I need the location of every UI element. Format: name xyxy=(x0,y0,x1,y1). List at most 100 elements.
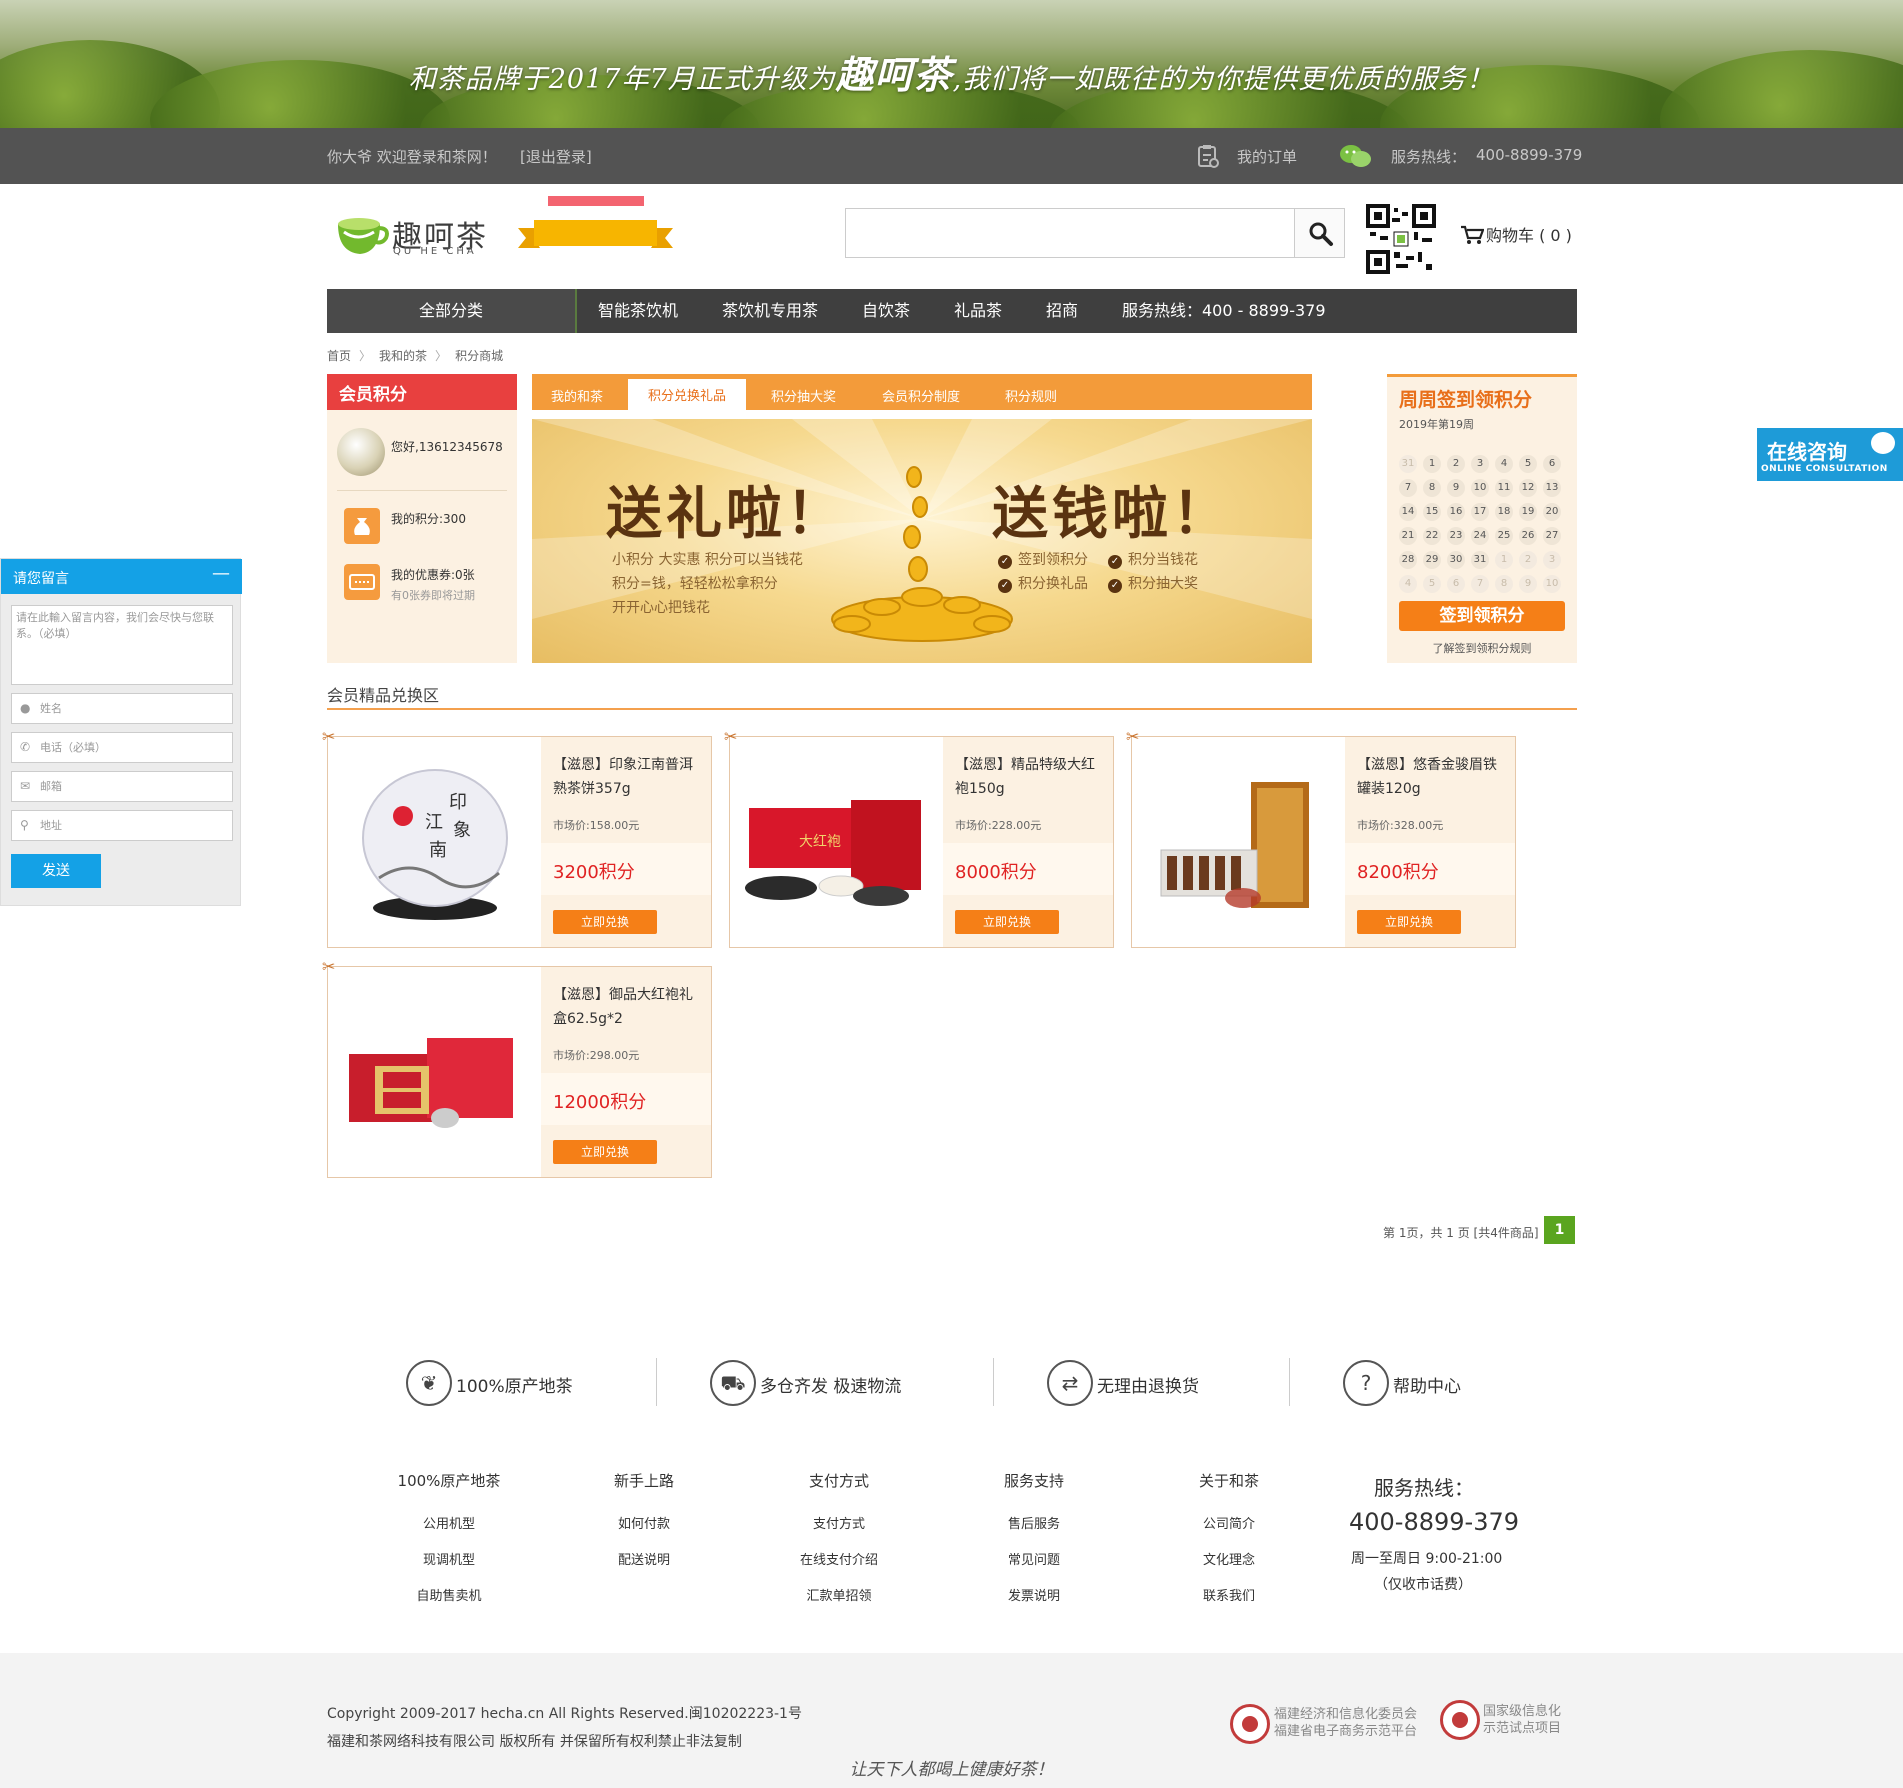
tab-points-rules[interactable]: 积分规则 xyxy=(1005,386,1057,405)
footer-column-heading: 新手上路 xyxy=(613,1472,674,1490)
breadcrumb-home[interactable]: 首页 xyxy=(327,349,351,363)
promo-check-1: ✓ 签到领积分 xyxy=(998,549,1088,569)
top-banner: 和茶品牌于2017年7月正式升级为趣呵茶,我们将一如既往的为你提供更优质的服务！ xyxy=(0,0,1903,128)
main-nav: 全部分类 智能茶饮机 茶饮机专用茶 自饮茶 礼品茶 招商 服务热线：400 - … xyxy=(327,289,1577,333)
search-input[interactable] xyxy=(845,208,1295,258)
calendar-day: 17 xyxy=(1471,503,1489,521)
seal-1-text: 福建经济和信息化委员会 福建省电子商务示范平台 xyxy=(1274,1707,1418,1739)
email-field[interactable]: ✉ 邮箱 xyxy=(11,771,233,802)
calendar-day: 26 xyxy=(1519,527,1537,545)
svg-text:江: 江 xyxy=(425,812,443,833)
product-info: 【滋恩】印象江南普洱熟茶饼357g 市场价:158.00元 3200积分 立即兑… xyxy=(541,737,711,947)
footer-link[interactable]: 公用机型 xyxy=(379,1513,519,1549)
product-points: 3200积分 xyxy=(553,862,635,883)
my-orders-link[interactable]: 我的订单 xyxy=(1237,146,1297,167)
logout-link[interactable]: [退出登录] xyxy=(520,146,592,167)
seal-icon[interactable] xyxy=(1440,1700,1480,1740)
page-number-button[interactable]: 1 xyxy=(1544,1216,1575,1244)
member-coupons[interactable]: 我的优惠券:0张 xyxy=(391,566,475,583)
wechat-icon[interactable] xyxy=(1339,144,1373,172)
nav-item-tea-machine[interactable]: 智能茶饮机 xyxy=(598,289,678,333)
nav-item-business[interactable]: 招商 xyxy=(1046,289,1078,333)
calendar-day: 25 xyxy=(1495,527,1513,545)
product-name[interactable]: 【滋恩】悠香金骏眉铁罐装120g xyxy=(1357,753,1507,801)
footer-slogan: 让天下人都喝上健康好茶！ xyxy=(849,1760,1054,1780)
product-name[interactable]: 【滋恩】印象江南普洱熟茶饼357g xyxy=(553,753,703,801)
send-button[interactable]: 发送 xyxy=(11,854,101,888)
tab-my-tea[interactable]: 我的和茶 xyxy=(551,386,603,405)
avatar[interactable] xyxy=(337,428,385,476)
calendar-day: 4 xyxy=(1399,575,1417,593)
member-coupons-note: 有0张券即将过期 xyxy=(391,589,475,602)
footer-link[interactable]: 售后服务 xyxy=(964,1513,1104,1549)
footer-link[interactable]: 联系我们 xyxy=(1159,1585,1299,1621)
ribbon-decoration xyxy=(548,196,644,206)
product-name[interactable]: 【滋恩】精品特级大红袍150g xyxy=(955,753,1105,801)
footer-link[interactable]: 如何付款 xyxy=(574,1513,714,1549)
name-field[interactable]: ● 姓名 xyxy=(11,693,233,724)
message-box-header[interactable]: 请您留言 — xyxy=(1,559,242,594)
product-name[interactable]: 【滋恩】御品大红袍礼盒62.5g*2 xyxy=(553,983,703,1031)
breadcrumb-my-tea[interactable]: 我和的茶 xyxy=(379,349,427,363)
online-consult-button[interactable]: 在线咨询 ONLINE CONSULTATION xyxy=(1757,428,1903,481)
cart-link[interactable]: 购物车 ( 0 ) xyxy=(1460,222,1572,249)
product-image-dahongpao[interactable]: 大红袍 xyxy=(731,738,943,946)
product-image-puer-cake[interactable]: 印象江南 xyxy=(329,738,541,946)
tab-lottery[interactable]: 积分抽大奖 xyxy=(771,386,836,405)
logo-cup-icon[interactable] xyxy=(334,214,390,258)
search-button[interactable] xyxy=(1295,208,1345,258)
sign-in-rules-link[interactable]: 了解签到领积分规则 xyxy=(1387,640,1577,656)
calendar-day: 24 xyxy=(1471,527,1489,545)
footer-column-support: 服务支持 售后服务 常见问题 发票说明 xyxy=(964,1470,1104,1621)
nav-item-machine-tea[interactable]: 茶饮机专用茶 xyxy=(722,289,818,333)
product-points: 8000积分 xyxy=(955,862,1037,883)
product-image-jinjunmei[interactable] xyxy=(1133,738,1345,946)
footer-link[interactable]: 配送说明 xyxy=(574,1549,714,1585)
exchange-button[interactable]: 立即兑换 xyxy=(553,910,657,934)
footer-link[interactable]: 常见问题 xyxy=(964,1549,1104,1585)
message-textarea[interactable]: 请在此輸入留言内容，我们会尽快与您联系。（必填） xyxy=(11,605,233,685)
exchange-button[interactable]: 立即兑换 xyxy=(955,910,1059,934)
scissor-icon: ✂ xyxy=(322,957,336,976)
footer-link[interactable]: 自助售卖机 xyxy=(379,1585,519,1621)
footer-link[interactable]: 支付方式 xyxy=(769,1513,909,1549)
promo-check-2: ✓ 积分当钱花 xyxy=(1108,549,1198,569)
calendar-day: 30 xyxy=(1447,551,1465,569)
phone-field[interactable]: ✆ 电话（必填） xyxy=(11,732,233,763)
calendar-day: 2 xyxy=(1447,455,1465,473)
seal-icon[interactable] xyxy=(1230,1704,1270,1744)
exchange-button[interactable]: 立即兑换 xyxy=(553,1140,657,1164)
footer-hotline-number: 400-8899-379 xyxy=(1349,1508,1520,1536)
footer-link[interactable]: 公司简介 xyxy=(1159,1513,1299,1549)
nav-all-categories[interactable]: 全部分类 xyxy=(327,289,577,333)
tab-points-system[interactable]: 会员积分制度 xyxy=(882,386,960,405)
promo-banner[interactable]: 送礼啦！ 送钱啦！ 小积分 大实惠 积分可以当钱花 积分=钱，轻轻松松拿积分 开… xyxy=(532,419,1312,663)
footer-link[interactable]: 发票说明 xyxy=(964,1585,1104,1621)
footer-link[interactable]: 现调机型 xyxy=(379,1549,519,1585)
footer-hotline-title: 服务热线： xyxy=(1374,1476,1474,1500)
address-field[interactable]: ⚲ 地址 xyxy=(11,810,233,841)
calendar-day: 18 xyxy=(1495,503,1513,521)
calendar-day: 6 xyxy=(1543,455,1561,473)
footer-link[interactable]: 在线支付介绍 xyxy=(769,1549,909,1585)
sign-in-button[interactable]: 签到领积分 xyxy=(1399,601,1565,631)
tab-exchange-gifts[interactable]: 积分兑换礼品 xyxy=(628,379,747,410)
product-image-gift-box[interactable] xyxy=(329,968,541,1176)
product-card: 【滋恩】御品大红袍礼盒62.5g*2 市场价:298.00元 12000积分 立… xyxy=(327,966,712,1178)
minimize-icon[interactable]: — xyxy=(212,563,230,584)
nav-item-self-tea[interactable]: 自饮茶 xyxy=(862,289,910,333)
search-icon xyxy=(1308,221,1334,251)
footer-link[interactable]: 汇款单招领 xyxy=(769,1585,909,1621)
svg-text:印: 印 xyxy=(449,792,467,813)
footer-link[interactable]: 文化理念 xyxy=(1159,1549,1299,1585)
member-points[interactable]: 我的积分:300 xyxy=(391,510,466,527)
nav-item-hotline: 服务热线：400 - 8899-379 xyxy=(1122,301,1326,320)
nav-item-gift-tea[interactable]: 礼品茶 xyxy=(954,289,1002,333)
calendar-day: 20 xyxy=(1543,503,1561,521)
product-market-price: 市场价:298.00元 xyxy=(553,1049,640,1062)
calendar-day: 3 xyxy=(1471,455,1489,473)
exchange-button[interactable]: 立即兑换 xyxy=(1357,910,1461,934)
scissor-icon: ✂ xyxy=(724,727,738,746)
calendar-day: 7 xyxy=(1399,479,1417,497)
check-icon: ✓ xyxy=(1108,555,1122,569)
